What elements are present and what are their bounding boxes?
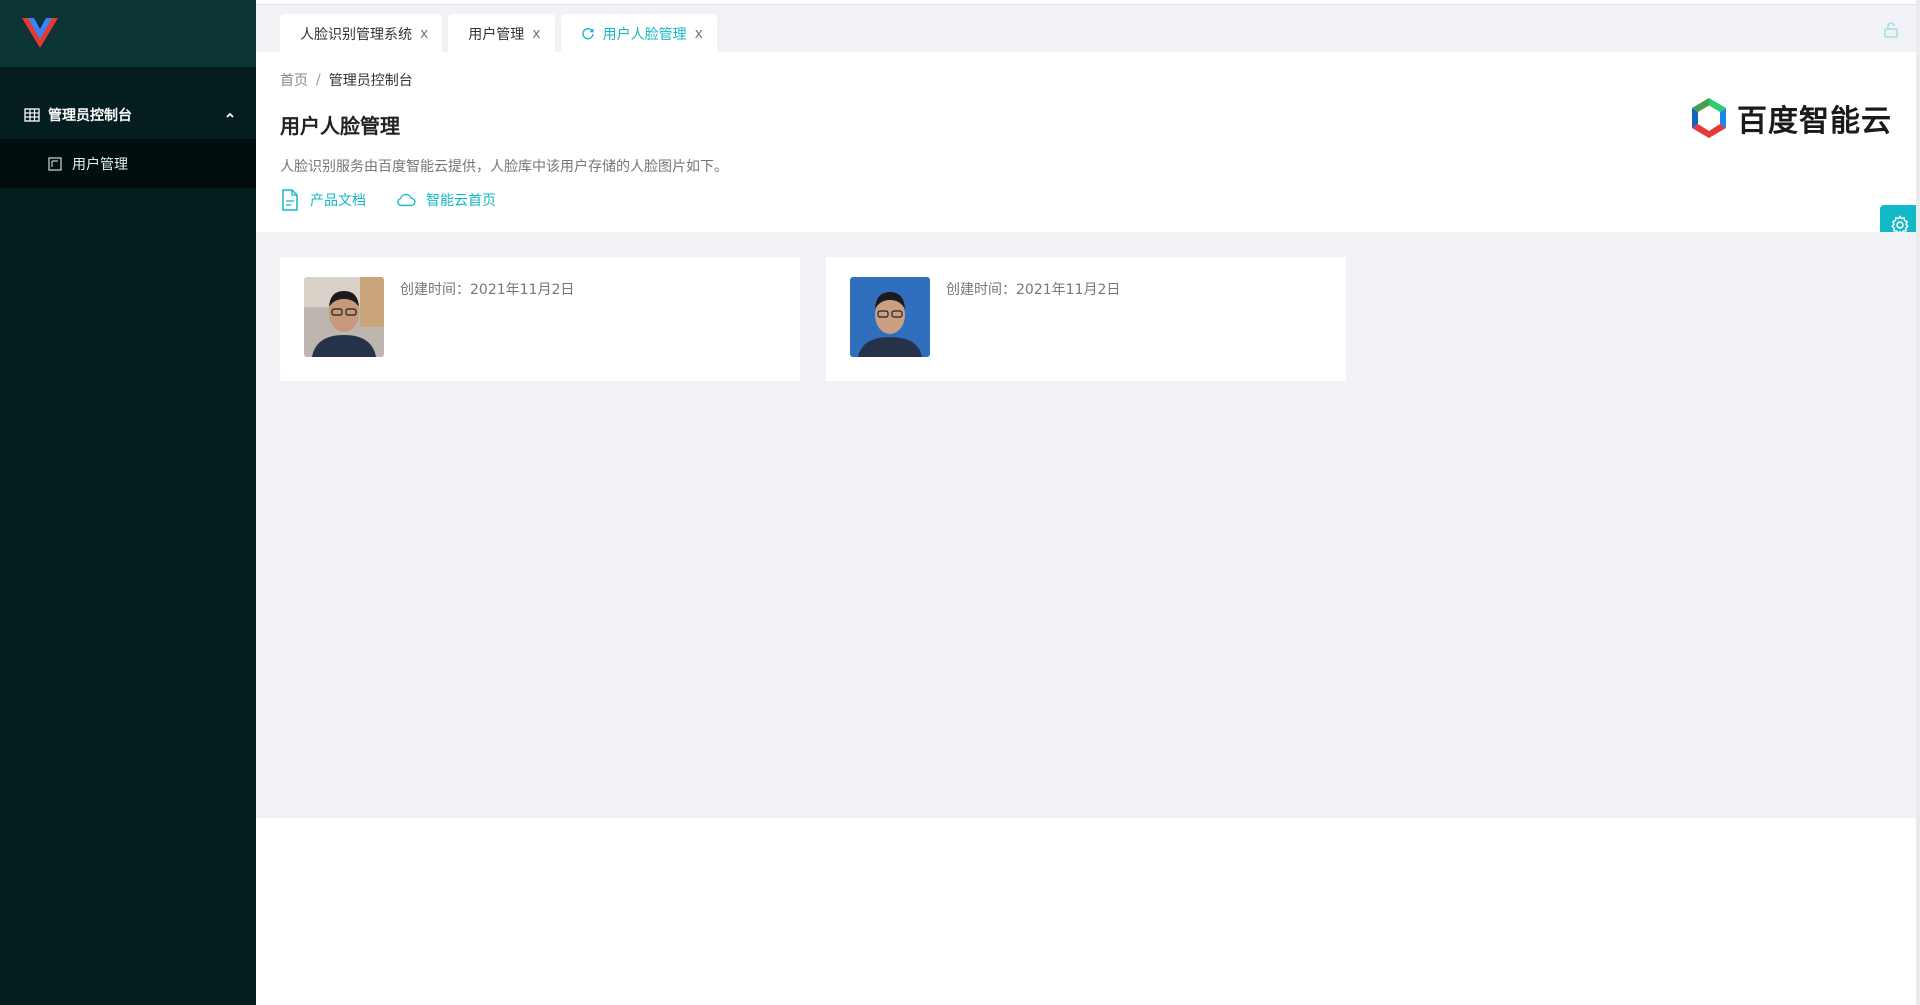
footer-area [256, 818, 1916, 1005]
main-content: 创建时间：2021年11月2日 创建时间：2021年11月2日 [256, 232, 1916, 818]
tab-bar: 人脸识别管理系统 x 用户管理 x 用户人脸管理 x [256, 4, 1916, 53]
tab-label: 人脸识别管理系统 [300, 26, 412, 43]
sidebar: 管理员控制台 用户管理 [0, 0, 256, 1005]
cloud-icon [397, 193, 416, 207]
face-card: 创建时间：2021年11月2日 [280, 257, 800, 381]
close-icon[interactable]: x [532, 26, 540, 42]
window-edge [1916, 0, 1920, 1005]
tab-user-management[interactable]: 用户管理 x [448, 14, 555, 53]
tab-label: 用户管理 [468, 26, 525, 43]
page-description: 人脸识别服务由百度智能云提供，人脸库中该用户存储的人脸图片如下。 [280, 159, 728, 175]
tab-label: 用户人脸管理 [602, 26, 687, 43]
face-created-time: 创建时间：2021年11月2日 [400, 282, 575, 298]
face-card: 创建时间：2021年11月2日 [826, 257, 1346, 381]
cloud-home-link[interactable]: 智能云首页 [396, 189, 496, 211]
breadcrumb: 首页 / 管理员控制台 [280, 70, 413, 90]
tab-face-system[interactable]: 人脸识别管理系统 x [280, 14, 443, 53]
face-created-time: 创建时间：2021年11月2日 [946, 282, 1121, 298]
breadcrumb-home[interactable]: 首页 [280, 70, 308, 90]
lock-icon[interactable] [1882, 21, 1900, 39]
menu-head-admin-console[interactable]: 管理员控制台 [0, 91, 256, 139]
vue-logo-icon[interactable] [22, 17, 58, 50]
page-title: 用户人脸管理 [280, 114, 400, 138]
baidu-cloud-logo-icon [1692, 98, 1726, 138]
document-icon [282, 189, 298, 211]
baidu-cloud-brand: 百度智能云 [1689, 96, 1892, 140]
product-docs-link[interactable]: 产品文档 [280, 189, 366, 211]
app-root: 管理员控制台 用户管理 人脸识别管理系统 x 用户管理 x 用户人脸管理 x 首… [0, 0, 1920, 1005]
product-docs-label: 产品文档 [310, 193, 366, 209]
close-icon[interactable]: x [420, 26, 428, 42]
sidebar-item-label: 用户管理 [72, 156, 128, 173]
refresh-icon[interactable] [581, 27, 595, 41]
face-image[interactable] [304, 277, 384, 357]
chevron-up-icon [226, 112, 234, 118]
tab-user-face-management[interactable]: 用户人脸管理 x [560, 14, 717, 53]
form-icon [48, 156, 62, 171]
logo-bar [0, 0, 256, 67]
header-links: 产品文档 智能云首页 [280, 189, 526, 211]
face-photo-icon [850, 277, 930, 357]
face-photo-icon [304, 277, 384, 357]
breadcrumb-current: 管理员控制台 [328, 73, 413, 89]
table-icon [24, 108, 40, 122]
menu-group-admin: 管理员控制台 用户管理 [0, 91, 256, 188]
menu-head-label: 管理员控制台 [48, 108, 132, 124]
face-image[interactable] [850, 277, 930, 357]
sidebar-item-user-management[interactable]: 用户管理 [0, 139, 256, 188]
close-icon[interactable]: x [695, 26, 703, 42]
cloud-home-label: 智能云首页 [426, 193, 496, 209]
tabs: 人脸识别管理系统 x 用户管理 x 用户人脸管理 x [280, 14, 723, 53]
brand-name: 百度智能云 [1737, 104, 1892, 139]
page-header: 首页 / 管理员控制台 用户人脸管理 人脸识别服务由百度智能云提供，人脸库中该用… [256, 52, 1916, 232]
breadcrumb-separator: / [316, 72, 321, 88]
